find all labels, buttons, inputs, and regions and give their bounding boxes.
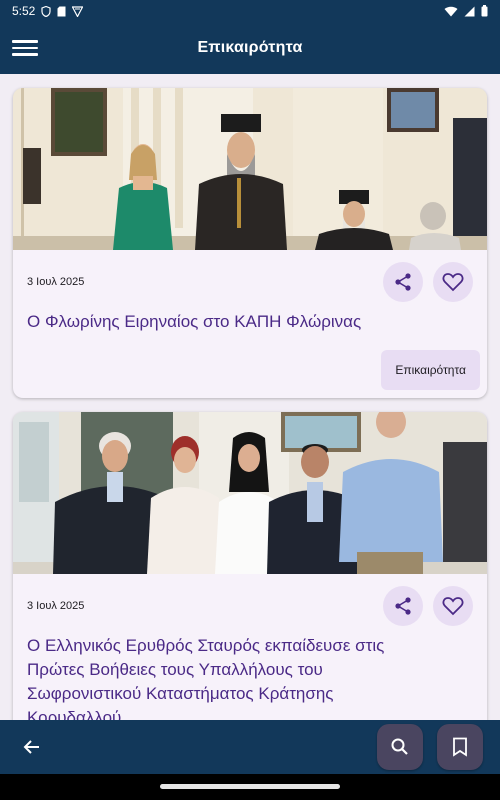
sd-card-icon <box>57 6 66 16</box>
status-bar: 5:52 <box>0 0 500 22</box>
article-feed[interactable]: 3 Ιουλ 2025 Ο Φλωρίνης Ειρηναίος στο ΚΑΠ… <box>0 74 500 720</box>
article-title[interactable]: Ο Φλωρίνης Ειρηναίος στο ΚΑΠΗ Φλώρινας <box>13 302 487 334</box>
article-title[interactable]: Ο Ελληνικός Ερυθρός Σταυρός εκπαίδευσε σ… <box>13 626 487 720</box>
vpn-shield-icon <box>41 5 51 17</box>
article-card[interactable]: 3 Ιουλ 2025 Ο Φλωρίνης Ειρηναίος στο ΚΑΠ… <box>13 88 487 398</box>
page-title: Επικαιρότητα <box>197 39 303 56</box>
app-bar: Επικαιρότητα <box>0 22 500 74</box>
bottom-app-bar <box>0 720 500 774</box>
share-icon <box>395 597 411 615</box>
bookmark-icon <box>453 737 467 757</box>
wifi-icon <box>444 6 458 16</box>
home-gesture-handle[interactable] <box>160 784 340 789</box>
back-button[interactable] <box>20 735 44 759</box>
bookmarks-button[interactable] <box>437 724 483 770</box>
share-button[interactable] <box>383 262 423 302</box>
heart-icon <box>442 273 464 292</box>
status-time: 5:52 <box>12 4 36 18</box>
share-button[interactable] <box>383 586 423 626</box>
article-image[interactable] <box>13 412 487 574</box>
search-button[interactable] <box>377 724 423 770</box>
category-chip[interactable]: Επικαιρότητα <box>381 350 480 390</box>
article-meta: 3 Ιουλ 2025 <box>13 574 487 626</box>
favorite-button[interactable] <box>433 262 473 302</box>
signal-icon <box>464 6 475 16</box>
search-icon <box>391 738 408 755</box>
notification-icon <box>72 5 84 17</box>
article-date: 3 Ιουλ 2025 <box>27 600 85 612</box>
menu-icon[interactable] <box>12 36 38 60</box>
system-navigation-bar <box>0 774 500 800</box>
article-meta: 3 Ιουλ 2025 <box>13 250 487 302</box>
battery-icon <box>481 5 488 17</box>
favorite-button[interactable] <box>433 586 473 626</box>
heart-icon <box>442 597 464 616</box>
share-icon <box>395 273 411 291</box>
article-card[interactable]: 3 Ιουλ 2025 Ο Ελληνικός Ερυθρός Σταυρός … <box>13 412 487 720</box>
arrow-back-icon <box>23 740 39 754</box>
article-image[interactable] <box>13 88 487 250</box>
article-date: 3 Ιουλ 2025 <box>27 276 85 288</box>
